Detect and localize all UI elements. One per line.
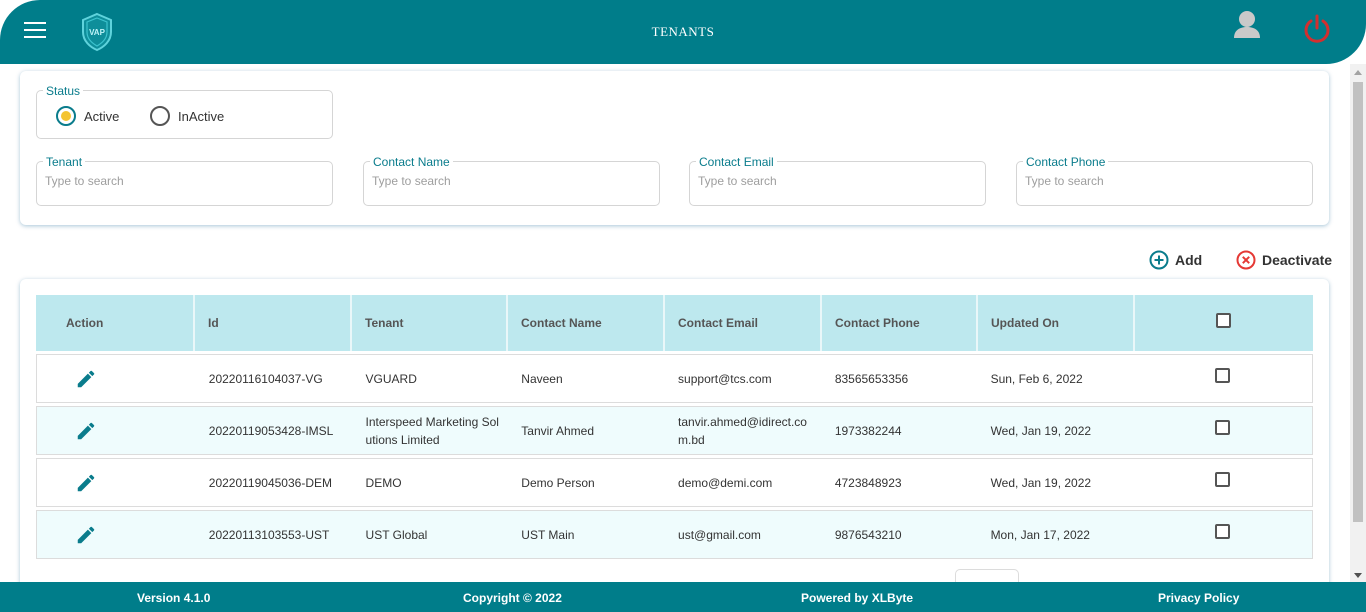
page-title: TENANTS [651, 24, 715, 39]
pencil-icon[interactable] [75, 368, 97, 390]
action-cell [37, 511, 194, 558]
tenant-search-label: Tenant [43, 155, 86, 169]
scroll-up-icon[interactable] [1354, 70, 1362, 75]
row-checkbox[interactable] [1214, 420, 1230, 435]
contact-name-search-field: Contact Name [363, 155, 660, 206]
column-header-contact-name[interactable]: Contact Name [506, 295, 663, 351]
app-footer: Version 4.1.0 Copyright © 2022 Powered b… [0, 582, 1366, 612]
deactivate-button-label: Deactivate [1262, 252, 1333, 268]
contact-email-search-label: Contact Email [696, 155, 777, 169]
add-button[interactable]: Add [1149, 250, 1202, 270]
pencil-icon[interactable] [75, 472, 97, 494]
column-header-contact-phone[interactable]: Contact Phone [820, 295, 976, 351]
radio-unchecked-icon [150, 106, 170, 126]
updated-on-cell: Wed, Jan 19, 2022 [990, 475, 1092, 490]
contact-phone-search-label: Contact Phone [1023, 155, 1109, 169]
updated-on-cell: Wed, Jan 19, 2022 [990, 423, 1092, 438]
contact-phone-cell: 1973382244 [834, 423, 902, 438]
status-active-radio[interactable]: Active [56, 106, 119, 126]
status-active-label: Active [84, 108, 120, 124]
tenant-cell: UST Global [365, 527, 428, 542]
status-legend: Status [43, 84, 84, 98]
contact-name-cell: Naveen [521, 371, 563, 386]
updated-on-cell: Mon, Jan 17, 2022 [990, 527, 1090, 542]
table-row: 20220119053428-IMSL Interspeed Marketing… [36, 406, 1313, 455]
column-header-updated-on[interactable]: Updated On [976, 295, 1133, 351]
page-scrollbar[interactable] [1350, 64, 1366, 582]
privacy-policy-link[interactable]: Privacy Policy [1158, 591, 1239, 605]
select-cell [1132, 407, 1312, 454]
contact-email-cell: ust@gmail.com [678, 527, 761, 542]
contact-name-cell: Tanvir Ahmed [521, 423, 594, 438]
pencil-icon[interactable] [75, 420, 97, 442]
add-button-label: Add [1175, 252, 1203, 268]
tenant-cell: DEMO [365, 475, 402, 490]
version-text: Version 4.1.0 [137, 591, 211, 605]
scroll-down-icon[interactable] [1354, 573, 1362, 578]
action-cell [37, 407, 194, 454]
column-header-tenant[interactable]: Tenant [350, 295, 506, 351]
app-header: VAP TENANTS [0, 0, 1366, 64]
filter-panel: Status Active InActive Tenant Contact Na… [20, 71, 1329, 225]
contact-name-cell: UST Main [521, 527, 575, 542]
contact-phone-cell: 4723848923 [834, 475, 902, 490]
id-cell: 20220119045036-DEM [208, 475, 332, 490]
select-cell [1132, 459, 1312, 506]
table-row: 20220116104037-VG VGUARD Naveen support@… [36, 354, 1313, 403]
pencil-icon[interactable] [75, 524, 97, 546]
copyright-text: Copyright © 2022 [463, 591, 562, 605]
status-inactive-radio[interactable]: InActive [150, 106, 224, 126]
contact-email-cell: support@tcs.com [678, 371, 772, 386]
table-header: Action Id Tenant Contact Name Contact Em… [36, 295, 1313, 351]
tenants-table-panel: Action Id Tenant Contact Name Contact Em… [20, 279, 1329, 599]
row-checkbox[interactable] [1214, 472, 1230, 487]
contact-email-search-input[interactable] [698, 174, 968, 188]
powered-by-text: Powered by XLByte [801, 591, 914, 605]
id-cell: 20220113103553-UST [208, 527, 330, 542]
action-cell [37, 459, 194, 506]
tenant-cell: Interspeed Marketing Solutions Limited [365, 414, 499, 447]
contact-name-search-label: Contact Name [370, 155, 453, 169]
contact-phone-search-field: Contact Phone [1016, 155, 1313, 206]
updated-on-cell: Sun, Feb 6, 2022 [990, 371, 1083, 386]
deactivate-button[interactable]: Deactivate [1236, 250, 1332, 270]
contact-name-cell: Demo Person [521, 475, 595, 490]
radio-checked-icon [56, 106, 76, 126]
contact-phone-cell: 9876543210 [834, 527, 902, 542]
id-cell: 20220119053428-IMSL [208, 423, 334, 438]
scroll-thumb[interactable] [1353, 82, 1363, 522]
status-inactive-label: InActive [178, 108, 225, 124]
id-cell: 20220116104037-VG [208, 371, 323, 386]
tenant-search-input[interactable] [45, 174, 315, 188]
contact-email-cell: tanvir.ahmed@idirect.com.bd [678, 414, 807, 447]
row-checkbox[interactable] [1214, 368, 1230, 383]
tenant-search-field: Tenant [36, 155, 333, 206]
contact-phone-cell: 83565653356 [834, 371, 909, 386]
status-filter: Status Active InActive [36, 84, 333, 139]
contact-phone-search-input[interactable] [1025, 174, 1295, 188]
contact-email-cell: demo@demi.com [678, 475, 773, 490]
select-cell [1132, 511, 1312, 558]
column-header-select [1133, 295, 1313, 351]
select-all-checkbox[interactable] [1215, 312, 1231, 328]
x-circle-icon [1236, 250, 1256, 270]
plus-circle-icon [1149, 250, 1169, 270]
power-icon[interactable] [1302, 14, 1332, 44]
action-cell [37, 355, 194, 402]
contact-email-search-field: Contact Email [689, 155, 986, 206]
row-checkbox[interactable] [1214, 524, 1230, 539]
table-row: 20220113103553-UST UST Global UST Main u… [36, 510, 1313, 559]
table-row: 20220119045036-DEM DEMO Demo Person demo… [36, 458, 1313, 507]
column-header-action: Action [66, 316, 104, 330]
column-header-id[interactable]: Id [193, 295, 350, 351]
column-header-contact-email[interactable]: Contact Email [663, 295, 820, 351]
user-avatar-icon[interactable] [1232, 8, 1262, 40]
select-cell [1132, 355, 1312, 402]
tenant-cell: VGUARD [365, 371, 417, 386]
contact-name-search-input[interactable] [372, 174, 642, 188]
